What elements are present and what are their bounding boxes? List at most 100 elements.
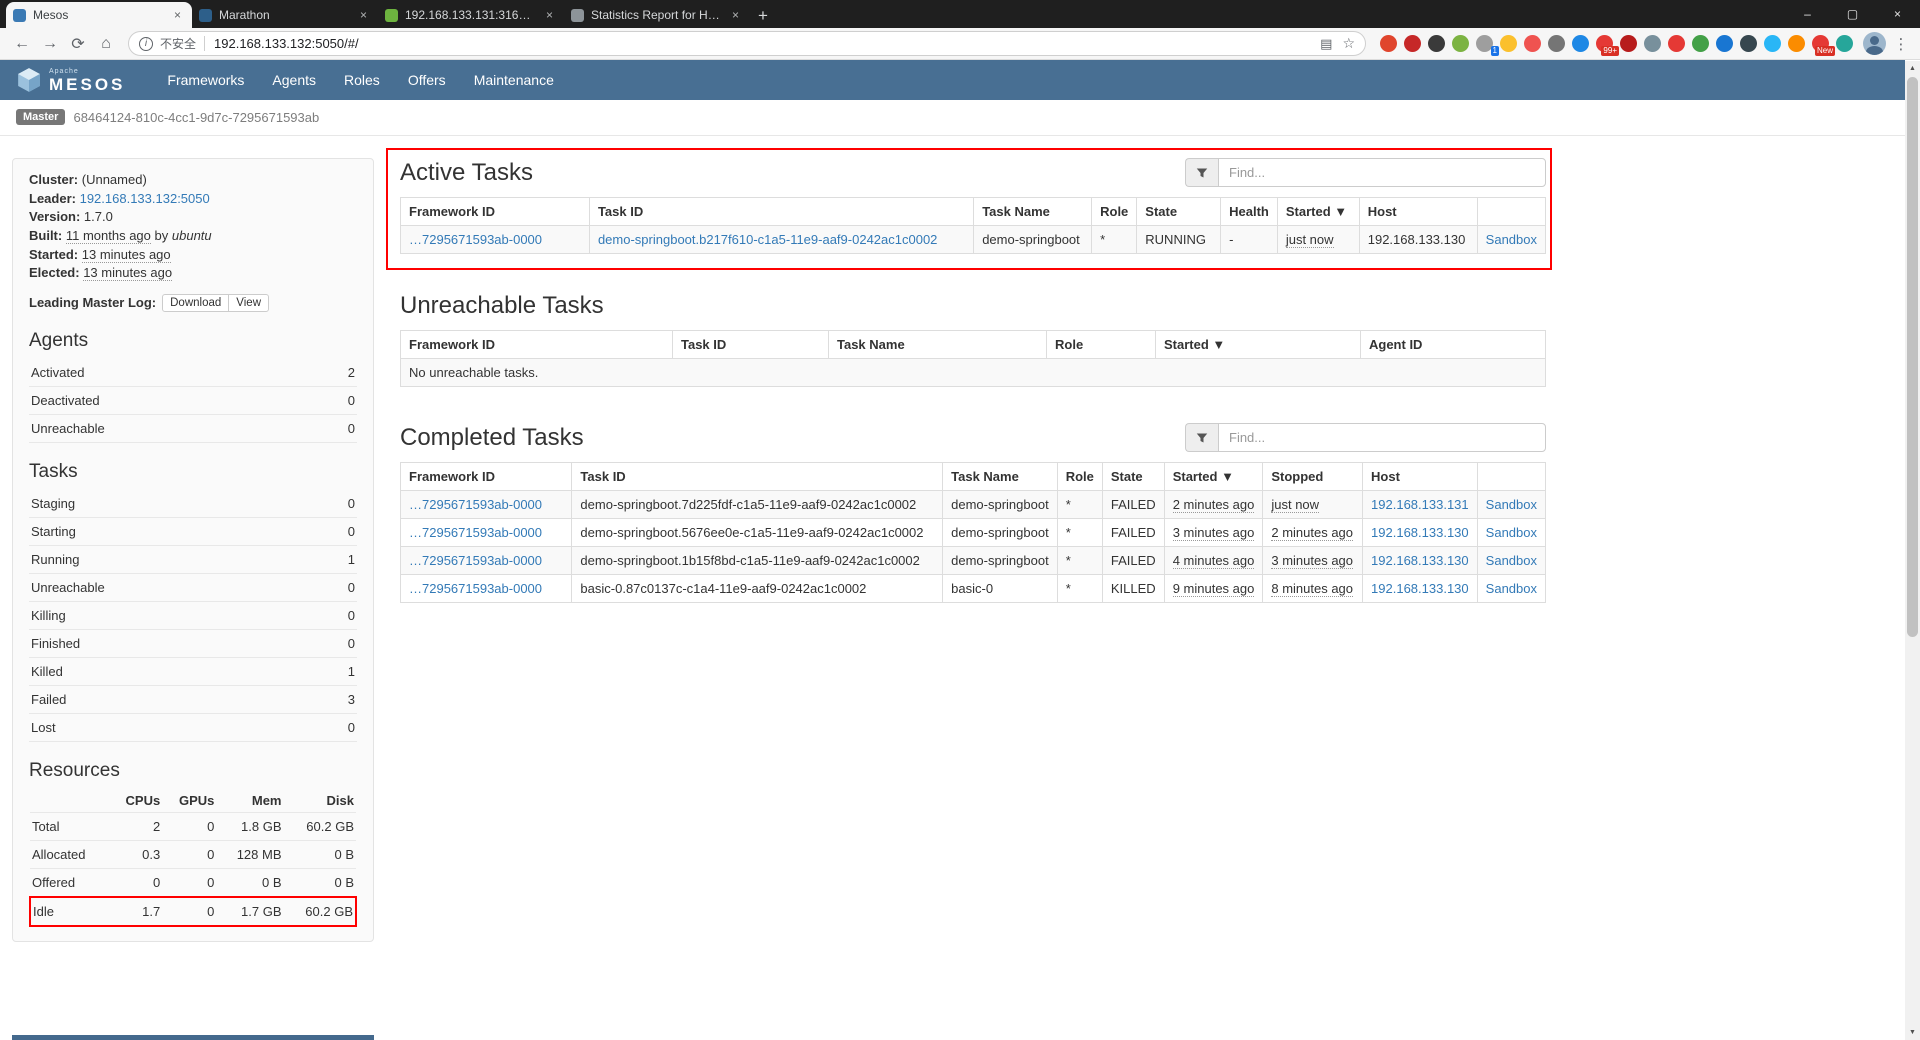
extension-icon[interactable] — [1452, 35, 1469, 52]
sandbox-link[interactable]: Sandbox — [1486, 497, 1537, 512]
built-label: Built: — [29, 228, 62, 243]
minimize-button[interactable]: – — [1785, 0, 1830, 28]
maximize-button[interactable]: ▢ — [1830, 0, 1875, 28]
master-log-row: Leading Master Log: Download View — [29, 294, 357, 312]
browser-tab-mesos[interactable]: Mesos × — [6, 2, 192, 28]
window-controls: – ▢ × — [1785, 0, 1920, 28]
master-row: Master 68464124-810c-4cc1-9d7c-729567159… — [0, 100, 1905, 136]
forward-button[interactable]: → — [36, 31, 64, 57]
scrollbar-thumb[interactable] — [1907, 77, 1918, 637]
stat-label: Killing — [31, 608, 66, 623]
mesos-logo-icon — [16, 67, 42, 93]
nav-item-offers[interactable]: Offers — [394, 72, 460, 88]
col-started-sort[interactable]: Started ▼ — [1156, 331, 1361, 359]
nav-item-frameworks[interactable]: Frameworks — [153, 72, 258, 88]
completed-tasks-title: Completed Tasks — [400, 424, 584, 452]
task-started: 9 minutes ago — [1173, 581, 1255, 597]
profile-avatar[interactable] — [1863, 32, 1886, 55]
host-link[interactable]: 192.168.133.130 — [1371, 553, 1469, 568]
host-link[interactable]: 192.168.133.130 — [1371, 581, 1469, 596]
active-tasks-find-input[interactable] — [1218, 158, 1546, 187]
framework-id-link[interactable]: …7295671593ab-0000 — [409, 497, 542, 512]
extension-icon[interactable] — [1500, 35, 1517, 52]
sandbox-link[interactable]: Sandbox — [1486, 581, 1537, 596]
col-agent-id: Agent ID — [1361, 331, 1546, 359]
extension-icon[interactable] — [1404, 35, 1421, 52]
host-link[interactable]: 192.168.133.131 — [1371, 497, 1469, 512]
tab-close-icon[interactable]: × — [542, 8, 557, 23]
col-started-sort[interactable]: Started ▼ — [1277, 198, 1359, 226]
extension-icon[interactable]: 99+ — [1596, 35, 1613, 52]
browser-tab-haproxy[interactable]: Statistics Report for HAProxy × — [564, 2, 750, 28]
tab-close-icon[interactable]: × — [170, 8, 185, 23]
tab-close-icon[interactable]: × — [356, 8, 371, 23]
nav-item-maintenance[interactable]: Maintenance — [460, 72, 568, 88]
version-value: 1.7.0 — [84, 209, 113, 224]
extension-icon[interactable]: 1 — [1476, 35, 1493, 52]
task-state: FAILED — [1102, 519, 1164, 547]
scroll-up-icon[interactable]: ▲ — [1905, 61, 1920, 76]
browser-tab-marathon[interactable]: Marathon × — [192, 2, 378, 28]
active-tasks-filter — [1185, 158, 1546, 187]
extension-icon[interactable] — [1788, 35, 1805, 52]
log-view-button[interactable]: View — [228, 294, 269, 312]
scroll-down-icon[interactable]: ▼ — [1905, 1025, 1920, 1040]
extension-icon[interactable]: New — [1812, 35, 1829, 52]
stat-label: Deactivated — [31, 393, 100, 408]
framework-id-link[interactable]: …7295671593ab-0000 — [409, 525, 542, 540]
address-bar[interactable]: i 不安全 192.168.133.132:5050/#/ ▤ ☆ — [128, 31, 1366, 56]
framework-id-link[interactable]: …7295671593ab-0000 — [409, 581, 542, 596]
extension-icon[interactable] — [1716, 35, 1733, 52]
extension-icon[interactable] — [1836, 35, 1853, 52]
extension-icon[interactable] — [1764, 35, 1781, 52]
reload-button[interactable]: ⟳ — [64, 31, 92, 57]
close-window-button[interactable]: × — [1875, 0, 1920, 28]
col-started-sort[interactable]: Started ▼ — [1164, 463, 1263, 491]
extension-icon[interactable] — [1572, 35, 1589, 52]
extension-icon[interactable] — [1644, 35, 1661, 52]
log-download-button[interactable]: Download — [162, 294, 229, 312]
sandbox-link[interactable]: Sandbox — [1486, 525, 1537, 540]
spring-favicon-icon — [385, 9, 398, 22]
stat-row-staging: Staging0 — [29, 490, 357, 518]
col-host: Host — [1359, 198, 1477, 226]
new-tab-button[interactable]: + — [750, 4, 776, 28]
framework-id-link[interactable]: …7295671593ab-0000 — [409, 232, 542, 247]
completed-task-row: …7295671593ab-0000 basic-0.87c0137c-c1a4… — [401, 575, 1546, 603]
task-name: demo-springboot — [943, 491, 1058, 519]
extension-icon[interactable] — [1380, 35, 1397, 52]
sandbox-link[interactable]: Sandbox — [1486, 553, 1537, 568]
extension-icon[interactable] — [1428, 35, 1445, 52]
resources-col-disk: Disk — [284, 789, 357, 813]
extension-icon[interactable] — [1668, 35, 1685, 52]
extension-icon[interactable] — [1692, 35, 1709, 52]
translate-icon[interactable]: ▤ — [1320, 36, 1332, 52]
back-button[interactable]: ← — [8, 31, 36, 57]
extension-icon[interactable] — [1620, 35, 1637, 52]
stat-row-unreachable-agents: Unreachable0 — [29, 415, 357, 443]
extension-icon[interactable] — [1548, 35, 1565, 52]
vertical-scrollbar[interactable]: ▲ ▼ — [1905, 61, 1920, 1040]
url-text[interactable]: 192.168.133.132:5050/#/ — [214, 36, 359, 51]
host-link[interactable]: 192.168.133.130 — [1371, 525, 1469, 540]
extension-icon[interactable] — [1740, 35, 1757, 52]
leader-link[interactable]: 192.168.133.132:5050 — [80, 191, 210, 206]
cluster-label: Cluster: — [29, 172, 78, 187]
task-id-link[interactable]: demo-springboot.b217f610-c1a5-11e9-aaf9-… — [598, 232, 937, 247]
browser-tab-hello[interactable]: 192.168.133.131:31657/hello × — [378, 2, 564, 28]
framework-id-link[interactable]: …7295671593ab-0000 — [409, 553, 542, 568]
page-info-icon[interactable]: i — [139, 37, 153, 51]
mesos-brand[interactable]: Apache MESOS — [16, 67, 125, 93]
task-started: just now — [1286, 232, 1334, 248]
home-button[interactable]: ⌂ — [92, 31, 120, 57]
bookmark-star-icon[interactable]: ☆ — [1342, 35, 1355, 52]
sandbox-link[interactable]: Sandbox — [1486, 232, 1537, 247]
extension-icon[interactable] — [1524, 35, 1541, 52]
nav-item-roles[interactable]: Roles — [330, 72, 394, 88]
task-role: * — [1057, 491, 1102, 519]
tab-close-icon[interactable]: × — [728, 8, 743, 23]
completed-tasks-find-input[interactable] — [1218, 423, 1546, 452]
browser-menu-icon[interactable]: ⋮ — [1890, 35, 1912, 53]
nav-item-agents[interactable]: Agents — [258, 72, 330, 88]
stat-value: 0 — [348, 720, 355, 735]
